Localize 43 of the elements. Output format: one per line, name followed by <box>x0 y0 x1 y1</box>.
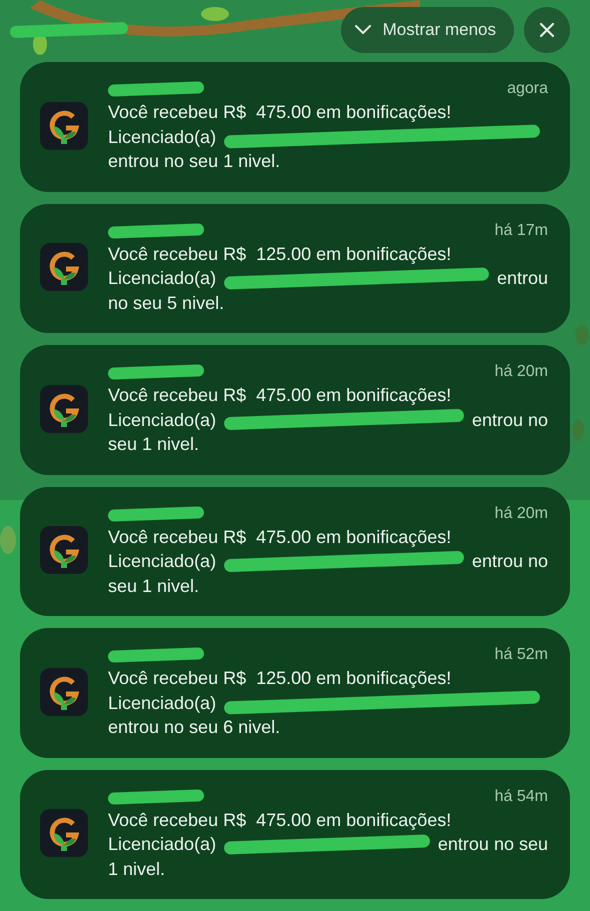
notification-text: entrou no <box>472 408 548 432</box>
notification-card[interactable]: há 20m Você recebeu R$ 475.00 em bonificações! Licenciado(a) entrou no seu 1 nivel. <box>20 486 570 616</box>
notification-text: Licenciado(a) <box>108 550 216 573</box>
notification-time: há 54m <box>494 788 548 806</box>
notification-card[interactable]: há 54m Você recebeu R$ 475.00 em bonificações! Licenciado(a) entrou no seu 1 nivel. <box>20 770 570 899</box>
notification-time: agora <box>507 80 548 98</box>
notification-text: Licenciado(a) <box>108 833 216 856</box>
notification-card[interactable]: agora Você recebeu R$ 475.00 em bonificações! Licenciado(a) entrou no seu 1 nivel. <box>20 62 570 192</box>
app-icon <box>40 668 88 716</box>
app-icon <box>40 809 88 858</box>
notification-text: Licenciado(a) <box>108 408 216 432</box>
notification-text: Licenciado(a) <box>108 692 216 715</box>
notification-headline: Você recebeu R$ 125.00 em bonificações! <box>108 668 452 688</box>
notification-text: entrou no <box>472 550 548 573</box>
notification-headline: Você recebeu R$ 475.00 em bonificações! <box>108 810 452 830</box>
notification-headline: Você recebeu R$ 475.00 em bonificações! <box>108 385 452 405</box>
notification-text: seu 1 nivel. <box>108 434 200 454</box>
app-icon <box>40 526 88 574</box>
app-icon <box>40 102 88 150</box>
close-icon <box>539 22 555 38</box>
notification-time: há 20m <box>494 504 548 522</box>
notification-text: no seu 5 nivel. <box>108 292 224 312</box>
notification-text: entrou no seu <box>438 833 548 856</box>
show-less-button[interactable]: Mostrar menos <box>340 7 514 53</box>
notification-text: Licenciado(a) <box>108 267 216 290</box>
notification-headline: Você recebeu R$ 475.00 em bonificações! <box>108 102 452 122</box>
notification-time: há 17m <box>494 222 548 240</box>
app-icon <box>40 384 88 433</box>
notification-time: há 20m <box>494 363 548 381</box>
notification-card[interactable]: há 17m Você recebeu R$ 125.00 em bonificações! Licenciado(a) entrou no seu 5 nivel. <box>20 204 570 333</box>
notification-card[interactable]: há 20m Você recebeu R$ 475.00 em bonificações! Licenciado(a) entrou no seu 1 nivel. <box>20 345 570 474</box>
chevron-down-icon <box>354 25 371 35</box>
notification-time: há 52m <box>494 646 548 664</box>
notification-text: entrou no seu 6 nivel. <box>108 717 280 737</box>
notification-text: entrou <box>496 267 548 290</box>
notification-text: entrou no seu 1 nivel. <box>108 151 280 171</box>
notification-text: 1 nivel. <box>108 858 166 878</box>
notification-card[interactable]: há 52m Você recebeu R$ 125.00 em bonificações! Licenciado(a) entrou no seu 6 nivel. <box>20 628 570 758</box>
app-icon <box>40 243 88 292</box>
notification-headline: Você recebeu R$ 475.00 em bonificações! <box>108 526 452 546</box>
notification-text: Licenciado(a) <box>108 126 216 149</box>
notification-text: seu 1 nivel. <box>108 576 200 596</box>
notification-headline: Você recebeu R$ 125.00 em bonificações! <box>108 244 452 264</box>
